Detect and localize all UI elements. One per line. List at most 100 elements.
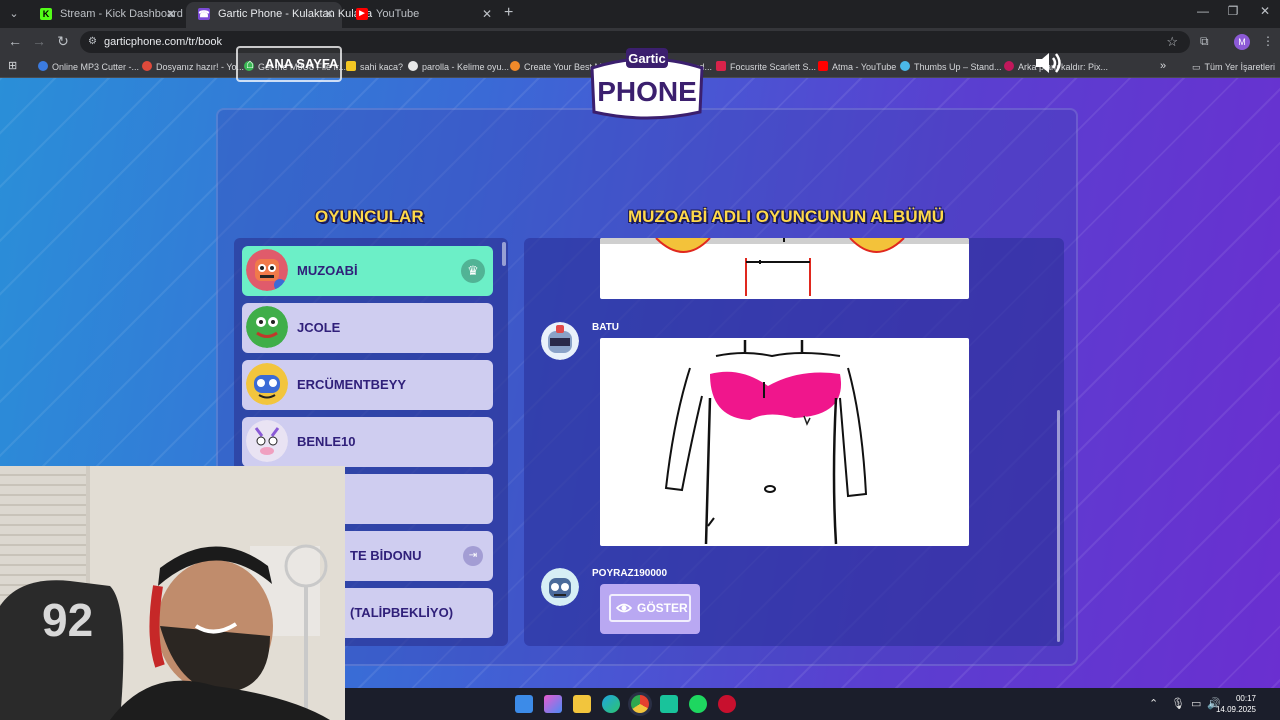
browser-tab-bar: ⌄ K Stream - Kick Dashboard ✕ ☎ Gartic P…	[0, 0, 1280, 28]
all-bookmarks-folder[interactable]: ▭ Tüm Yer İşaretleri	[1192, 60, 1275, 74]
bookmark-label: Thumbs Up – Stand...	[914, 62, 1002, 72]
chrome-icon[interactable]	[631, 695, 649, 713]
album-scrollbar[interactable]	[1057, 410, 1060, 642]
url-text: garticphone.com/tr/book	[104, 36, 223, 48]
new-tab-button[interactable]: +	[504, 4, 513, 22]
show-button-inner: GÖSTER	[609, 594, 691, 622]
tab-youtube[interactable]: ▶ YouTube ✕	[344, 2, 500, 28]
player-row[interactable]: MUZOABİ ♛	[242, 246, 493, 296]
clock-time: 00:17	[1235, 694, 1256, 703]
all-bookmarks-label: Tüm Yer İşaretleri	[1204, 62, 1276, 72]
bookmark-label: Atma - YouTube	[832, 62, 897, 72]
players-scrollbar[interactable]	[502, 242, 506, 266]
bookmark-label: Dosyanız hazır! - Yo...	[156, 62, 245, 72]
display-icon[interactable]: ▭	[1191, 697, 1201, 710]
profile-avatar[interactable]: M	[1234, 34, 1250, 50]
bookmark-favicon-icon	[818, 61, 828, 71]
album-title: MUZOABİ ADLI OYUNCUNUN ALBÜMÜ	[628, 207, 945, 226]
menu-icon[interactable]: ⋮	[1262, 34, 1274, 48]
webcam-overlay: 92	[0, 466, 345, 720]
microphone-icon[interactable]: 🎙	[1171, 697, 1185, 710]
bookmark-label: Online MP3 Cutter -...	[52, 62, 140, 72]
tab-gartic[interactable]: ☎ Gartic Phone - Kulaktan Kulağa ✕	[186, 2, 372, 28]
bookmark-favicon-icon	[346, 61, 356, 71]
file-explorer-icon[interactable]	[573, 695, 591, 713]
copilot-icon[interactable]	[544, 695, 562, 713]
restore-icon[interactable]: ❐	[1218, 4, 1248, 18]
clock-date: 14.09.2025	[1215, 705, 1256, 714]
windows-taskbar: ⌃ 🎙 ▭ 🔊 00:17 14.09.2025	[345, 688, 1280, 720]
player-row[interactable]: ERCÜMENTBEYY	[242, 360, 493, 410]
show-label: GÖSTER	[637, 601, 688, 615]
bookmark-item[interactable]: sahi kaca?	[346, 60, 403, 74]
player-name: JCOLE	[297, 320, 341, 335]
bookmark-label: Focusrite Scarlett S...	[730, 62, 817, 72]
bookmark-favicon-icon	[1004, 61, 1014, 71]
reload-icon[interactable]: ↻	[54, 33, 72, 50]
bookmark-label: sahi kaca?	[360, 62, 404, 72]
folder-icon: ▭	[1192, 62, 1201, 72]
bookmark-item[interactable]: parolla - Kelime oyu...	[408, 60, 509, 74]
crown-icon: ♛	[461, 259, 485, 283]
batu-drawing[interactable]	[600, 338, 969, 546]
bookmark-favicon-icon	[716, 61, 726, 71]
app-icon[interactable]	[660, 695, 678, 713]
site-info-icon[interactable]: ⚙	[88, 31, 97, 53]
tab-label: Stream - Kick Dashboard	[60, 8, 183, 20]
bookmark-star-icon[interactable]: ☆	[1166, 31, 1178, 53]
more-bookmarks-icon[interactable]: »	[1160, 59, 1166, 73]
bookmark-favicon-icon	[900, 61, 910, 71]
kick-player-icon[interactable]: ⇥	[463, 546, 483, 566]
bookmark-favicon-icon	[142, 61, 152, 71]
start-icon[interactable]	[515, 695, 533, 713]
minimize-icon[interactable]: —	[1188, 4, 1218, 18]
apps-icon[interactable]: ⊞	[8, 59, 17, 73]
tab-search-icon[interactable]: ⌄	[6, 6, 22, 22]
home-button[interactable]: ⌂ ANA SAYFA	[236, 46, 342, 82]
youtube-icon: ▶	[356, 8, 368, 20]
bookmark-item[interactable]: Dosyanız hazır! - Yo...	[142, 60, 244, 74]
close-icon[interactable]: ✕	[166, 2, 176, 26]
speaker-icon[interactable]	[1034, 50, 1064, 76]
bookmark-item[interactable]: Thumbs Up – Stand...	[900, 60, 1002, 74]
kick-icon: K	[40, 8, 52, 20]
players-title: OYUNCULAR	[315, 207, 424, 226]
player-name: BENLE10	[297, 434, 356, 449]
window-close-icon[interactable]: ✕	[1250, 4, 1280, 18]
back-icon[interactable]: ←	[6, 33, 24, 49]
media-player-icon[interactable]	[718, 695, 736, 713]
player-row[interactable]: JCOLE	[242, 303, 493, 353]
jersey-number: 92	[42, 594, 93, 646]
player-name: TE BİDONU	[350, 548, 422, 563]
show-button[interactable]: GÖSTER	[600, 584, 700, 634]
player-row[interactable]: BENLE10	[242, 417, 493, 467]
tab-label: YouTube	[376, 8, 420, 20]
poyraz-avatar	[541, 568, 579, 606]
bookmark-favicon-icon	[510, 61, 520, 71]
player-name: MUZOABİ	[297, 263, 358, 278]
bookmark-label: parolla - Kelime oyu...	[422, 62, 510, 72]
player-name: (TALİPBEKLİYO)	[350, 605, 454, 620]
player-avatar	[246, 306, 288, 348]
bookmark-favicon-icon	[408, 61, 418, 71]
forward-icon[interactable]: →	[30, 33, 48, 49]
edge-icon[interactable]	[602, 695, 620, 713]
poyraz-name: POYRAZ190000	[592, 568, 668, 579]
bookmark-item[interactable]: Focusrite Scarlett S...	[716, 60, 816, 74]
bookmark-item[interactable]: Atma - YouTube	[818, 60, 896, 74]
tab-kick[interactable]: K Stream - Kick Dashboard ✕	[28, 2, 184, 28]
home-icon: ⌂	[246, 56, 254, 71]
home-label: ANA SAYFA	[265, 56, 339, 71]
close-icon[interactable]: ✕	[324, 2, 334, 26]
logo-top-text: Gartic	[628, 51, 666, 66]
tray-chevron-icon[interactable]: ⌃	[1149, 697, 1158, 710]
taskbar-clock[interactable]: 00:17 14.09.2025	[1216, 693, 1256, 715]
gartic-icon: ☎	[198, 8, 210, 20]
bookmark-favicon-icon	[38, 61, 48, 71]
extensions-icon[interactable]: ⧉	[1200, 34, 1209, 49]
eye-icon	[616, 603, 632, 613]
bookmark-item[interactable]: Online MP3 Cutter -...	[38, 60, 139, 74]
spotify-icon[interactable]	[689, 695, 707, 713]
player-avatar	[246, 249, 288, 291]
close-icon[interactable]: ✕	[482, 2, 492, 26]
